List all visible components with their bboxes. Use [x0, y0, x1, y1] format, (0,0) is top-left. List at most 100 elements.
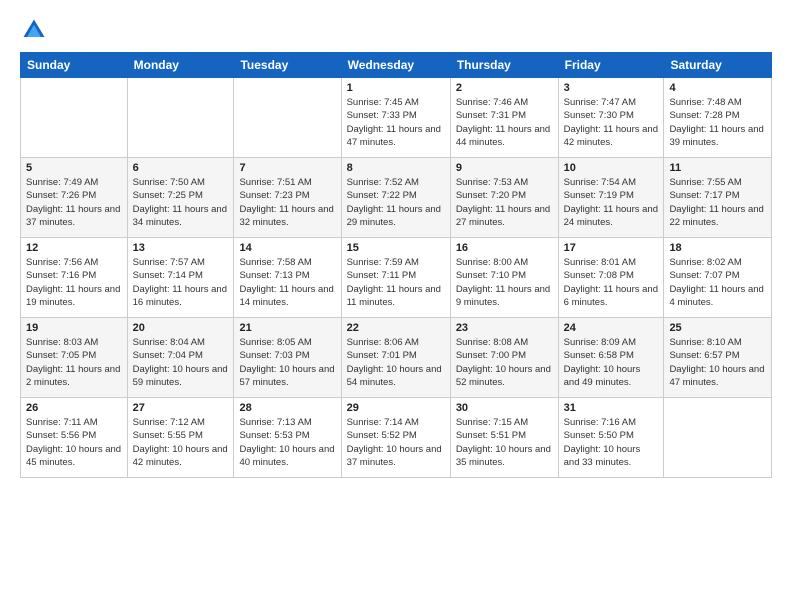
- calendar-cell: 17 Sunrise: 8:01 AMSunset: 7:08 PMDaylig…: [558, 238, 664, 318]
- calendar-cell: 7 Sunrise: 7:51 AMSunset: 7:23 PMDayligh…: [234, 158, 341, 238]
- calendar-week-row: 26 Sunrise: 7:11 AMSunset: 5:56 PMDaylig…: [21, 398, 772, 478]
- day-info: Sunrise: 8:02 AMSunset: 7:07 PMDaylight:…: [669, 256, 766, 309]
- weekday-header: Saturday: [664, 53, 772, 78]
- day-info: Sunrise: 8:06 AMSunset: 7:01 PMDaylight:…: [347, 336, 445, 389]
- day-info: Sunrise: 8:08 AMSunset: 7:00 PMDaylight:…: [456, 336, 553, 389]
- day-info: Sunrise: 7:51 AMSunset: 7:23 PMDaylight:…: [239, 176, 335, 229]
- logo: [20, 16, 52, 44]
- calendar-cell: 29 Sunrise: 7:14 AMSunset: 5:52 PMDaylig…: [341, 398, 450, 478]
- calendar-cell: 15 Sunrise: 7:59 AMSunset: 7:11 PMDaylig…: [341, 238, 450, 318]
- calendar-cell: 27 Sunrise: 7:12 AMSunset: 5:55 PMDaylig…: [127, 398, 234, 478]
- day-number: 12: [26, 242, 122, 254]
- calendar-cell: [21, 78, 128, 158]
- day-number: 28: [239, 402, 335, 414]
- header: [20, 16, 772, 44]
- day-info: Sunrise: 7:16 AMSunset: 5:50 PMDaylight:…: [564, 416, 659, 469]
- calendar-cell: 30 Sunrise: 7:15 AMSunset: 5:51 PMDaylig…: [450, 398, 558, 478]
- day-number: 20: [133, 322, 229, 334]
- calendar-cell: 20 Sunrise: 8:04 AMSunset: 7:04 PMDaylig…: [127, 318, 234, 398]
- day-number: 7: [239, 162, 335, 174]
- day-info: Sunrise: 8:10 AMSunset: 6:57 PMDaylight:…: [669, 336, 766, 389]
- day-info: Sunrise: 8:05 AMSunset: 7:03 PMDaylight:…: [239, 336, 335, 389]
- calendar-cell: 11 Sunrise: 7:55 AMSunset: 7:17 PMDaylig…: [664, 158, 772, 238]
- calendar-cell: 16 Sunrise: 8:00 AMSunset: 7:10 PMDaylig…: [450, 238, 558, 318]
- calendar-cell: 19 Sunrise: 8:03 AMSunset: 7:05 PMDaylig…: [21, 318, 128, 398]
- day-number: 18: [669, 242, 766, 254]
- day-number: 9: [456, 162, 553, 174]
- calendar-cell: 10 Sunrise: 7:54 AMSunset: 7:19 PMDaylig…: [558, 158, 664, 238]
- day-info: Sunrise: 7:14 AMSunset: 5:52 PMDaylight:…: [347, 416, 445, 469]
- day-number: 2: [456, 82, 553, 94]
- calendar-cell: 6 Sunrise: 7:50 AMSunset: 7:25 PMDayligh…: [127, 158, 234, 238]
- day-info: Sunrise: 7:45 AMSunset: 7:33 PMDaylight:…: [347, 96, 445, 149]
- calendar-cell: 22 Sunrise: 8:06 AMSunset: 7:01 PMDaylig…: [341, 318, 450, 398]
- day-number: 17: [564, 242, 659, 254]
- calendar-cell: 2 Sunrise: 7:46 AMSunset: 7:31 PMDayligh…: [450, 78, 558, 158]
- weekday-header-row: SundayMondayTuesdayWednesdayThursdayFrid…: [21, 53, 772, 78]
- calendar-cell: 24 Sunrise: 8:09 AMSunset: 6:58 PMDaylig…: [558, 318, 664, 398]
- day-number: 15: [347, 242, 445, 254]
- day-number: 30: [456, 402, 553, 414]
- day-number: 10: [564, 162, 659, 174]
- day-info: Sunrise: 7:46 AMSunset: 7:31 PMDaylight:…: [456, 96, 553, 149]
- weekday-header: Tuesday: [234, 53, 341, 78]
- calendar-week-row: 12 Sunrise: 7:56 AMSunset: 7:16 PMDaylig…: [21, 238, 772, 318]
- calendar-cell: [234, 78, 341, 158]
- day-number: 24: [564, 322, 659, 334]
- day-info: Sunrise: 7:13 AMSunset: 5:53 PMDaylight:…: [239, 416, 335, 469]
- calendar-week-row: 5 Sunrise: 7:49 AMSunset: 7:26 PMDayligh…: [21, 158, 772, 238]
- day-info: Sunrise: 7:48 AMSunset: 7:28 PMDaylight:…: [669, 96, 766, 149]
- day-number: 4: [669, 82, 766, 94]
- day-number: 1: [347, 82, 445, 94]
- day-info: Sunrise: 7:50 AMSunset: 7:25 PMDaylight:…: [133, 176, 229, 229]
- calendar-cell: 3 Sunrise: 7:47 AMSunset: 7:30 PMDayligh…: [558, 78, 664, 158]
- calendar-cell: [127, 78, 234, 158]
- weekday-header: Sunday: [21, 53, 128, 78]
- day-number: 29: [347, 402, 445, 414]
- page: SundayMondayTuesdayWednesdayThursdayFrid…: [0, 0, 792, 612]
- day-info: Sunrise: 7:15 AMSunset: 5:51 PMDaylight:…: [456, 416, 553, 469]
- day-info: Sunrise: 7:57 AMSunset: 7:14 PMDaylight:…: [133, 256, 229, 309]
- day-number: 21: [239, 322, 335, 334]
- day-number: 23: [456, 322, 553, 334]
- calendar-cell: 1 Sunrise: 7:45 AMSunset: 7:33 PMDayligh…: [341, 78, 450, 158]
- day-number: 14: [239, 242, 335, 254]
- day-info: Sunrise: 8:00 AMSunset: 7:10 PMDaylight:…: [456, 256, 553, 309]
- day-info: Sunrise: 7:59 AMSunset: 7:11 PMDaylight:…: [347, 256, 445, 309]
- calendar-week-row: 1 Sunrise: 7:45 AMSunset: 7:33 PMDayligh…: [21, 78, 772, 158]
- day-number: 13: [133, 242, 229, 254]
- calendar-cell: 18 Sunrise: 8:02 AMSunset: 7:07 PMDaylig…: [664, 238, 772, 318]
- calendar-cell: 14 Sunrise: 7:58 AMSunset: 7:13 PMDaylig…: [234, 238, 341, 318]
- day-info: Sunrise: 8:04 AMSunset: 7:04 PMDaylight:…: [133, 336, 229, 389]
- day-info: Sunrise: 7:12 AMSunset: 5:55 PMDaylight:…: [133, 416, 229, 469]
- day-number: 19: [26, 322, 122, 334]
- day-info: Sunrise: 7:11 AMSunset: 5:56 PMDaylight:…: [26, 416, 122, 469]
- calendar-cell: 28 Sunrise: 7:13 AMSunset: 5:53 PMDaylig…: [234, 398, 341, 478]
- day-info: Sunrise: 7:53 AMSunset: 7:20 PMDaylight:…: [456, 176, 553, 229]
- calendar-week-row: 19 Sunrise: 8:03 AMSunset: 7:05 PMDaylig…: [21, 318, 772, 398]
- day-info: Sunrise: 7:52 AMSunset: 7:22 PMDaylight:…: [347, 176, 445, 229]
- calendar-cell: 25 Sunrise: 8:10 AMSunset: 6:57 PMDaylig…: [664, 318, 772, 398]
- day-info: Sunrise: 8:03 AMSunset: 7:05 PMDaylight:…: [26, 336, 122, 389]
- day-info: Sunrise: 7:54 AMSunset: 7:19 PMDaylight:…: [564, 176, 659, 229]
- calendar-cell: 12 Sunrise: 7:56 AMSunset: 7:16 PMDaylig…: [21, 238, 128, 318]
- day-number: 22: [347, 322, 445, 334]
- day-info: Sunrise: 8:09 AMSunset: 6:58 PMDaylight:…: [564, 336, 659, 389]
- day-info: Sunrise: 7:49 AMSunset: 7:26 PMDaylight:…: [26, 176, 122, 229]
- calendar-cell: 8 Sunrise: 7:52 AMSunset: 7:22 PMDayligh…: [341, 158, 450, 238]
- weekday-header: Thursday: [450, 53, 558, 78]
- day-number: 25: [669, 322, 766, 334]
- day-number: 26: [26, 402, 122, 414]
- weekday-header: Wednesday: [341, 53, 450, 78]
- logo-icon: [20, 16, 48, 44]
- day-number: 8: [347, 162, 445, 174]
- calendar: SundayMondayTuesdayWednesdayThursdayFrid…: [20, 52, 772, 478]
- calendar-cell: 23 Sunrise: 8:08 AMSunset: 7:00 PMDaylig…: [450, 318, 558, 398]
- day-number: 16: [456, 242, 553, 254]
- day-number: 5: [26, 162, 122, 174]
- day-number: 11: [669, 162, 766, 174]
- day-info: Sunrise: 7:47 AMSunset: 7:30 PMDaylight:…: [564, 96, 659, 149]
- day-info: Sunrise: 7:58 AMSunset: 7:13 PMDaylight:…: [239, 256, 335, 309]
- day-number: 31: [564, 402, 659, 414]
- day-info: Sunrise: 7:56 AMSunset: 7:16 PMDaylight:…: [26, 256, 122, 309]
